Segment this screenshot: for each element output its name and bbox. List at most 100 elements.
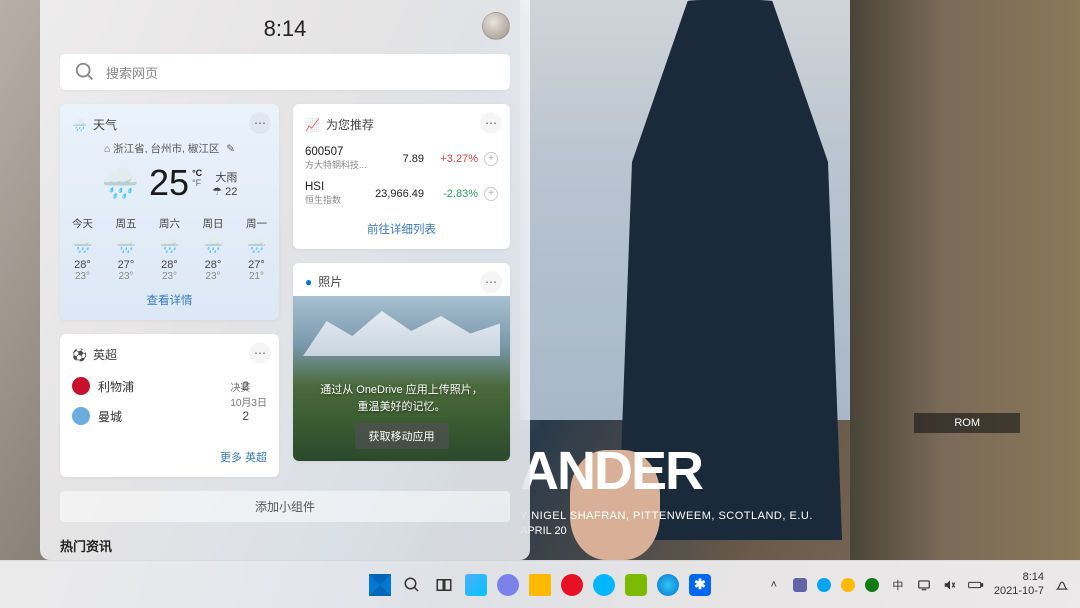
weather-forecast-row: 今天🌧️28°23° 周五🌧️27°23° 周六🌧️28°23° 周日🌧️28°… xyxy=(72,216,267,282)
taskbar-clock[interactable]: 8:14 2021-10-7 xyxy=(994,571,1044,597)
photos-widget[interactable]: ● 照片 ⋯ 通过从 OneDrive 应用上传照片， 重温美好的记忆。 获取移… xyxy=(293,263,510,461)
taskbar-time: 8:14 xyxy=(1023,571,1044,584)
stock-row[interactable]: 600507 方大特钢科技... 7.89 +3.27% + xyxy=(305,141,498,176)
photos-caption-1: 通过从 OneDrive 应用上传照片， xyxy=(320,382,483,399)
taskbar-right: ˄ 中 8:14 2021-10-7 xyxy=(766,571,1070,597)
search-icon xyxy=(403,576,421,594)
photos-title: 照片 xyxy=(318,273,342,290)
forecast-day[interactable]: 今天🌧️28°23° xyxy=(72,216,93,282)
tray-icon[interactable] xyxy=(816,577,832,593)
sports-menu-button[interactable]: ⋯ xyxy=(249,342,271,364)
edit-location-icon[interactable]: ✎ xyxy=(226,143,235,155)
unit-fahrenheit[interactable]: °F xyxy=(192,178,202,188)
app-button[interactable] xyxy=(591,572,617,598)
search-placeholder: 搜索网页 xyxy=(106,63,158,82)
stocks-widget[interactable]: 📈 为您推荐 ⋯ 600507 方大特钢科技... 7.89 +3.27% + … xyxy=(293,104,510,249)
app-icon xyxy=(561,574,583,596)
chat-icon xyxy=(497,574,519,596)
wallpaper-rock xyxy=(850,0,1080,560)
taskbar: ✱ ˄ 中 8:14 2021-10-7 xyxy=(0,560,1080,608)
forecast-day[interactable]: 周六🌧️28°23° xyxy=(159,216,180,282)
forecast-day[interactable]: 周日🌧️28°23° xyxy=(203,216,224,282)
taskbar-date: 2021-10-7 xyxy=(994,585,1044,598)
hot-news-title: 热门资讯 xyxy=(60,536,510,555)
forecast-day[interactable]: 周五🌧️27°23° xyxy=(116,216,137,282)
network-icon[interactable] xyxy=(916,577,932,593)
user-avatar[interactable] xyxy=(482,12,510,40)
chat-button[interactable] xyxy=(495,572,521,598)
stock-symbol: HSI xyxy=(305,181,341,193)
photos-image: 通过从 OneDrive 应用上传照片， 重温美好的记忆。 获取移动应用 xyxy=(293,296,510,461)
home-icon: ⌂ xyxy=(104,143,110,155)
weather-temp-value: 25 xyxy=(149,162,189,204)
stocks-title: 为您推荐 xyxy=(326,116,374,133)
edge-button[interactable] xyxy=(655,572,681,598)
mountain-graphic xyxy=(303,306,500,356)
sports-more-link[interactable]: 更多 英超 xyxy=(72,449,267,465)
stocks-menu-button[interactable]: ⋯ xyxy=(480,112,502,134)
tray-icon[interactable] xyxy=(864,577,880,593)
tray-app-icon xyxy=(841,578,855,592)
app-icon: ✱ xyxy=(689,574,711,596)
teams-icon xyxy=(793,578,807,592)
wallpaper-caption-1: Y NIGEL SHAFRAN, PITTENWEEM, SCOTLAND, E… xyxy=(520,510,813,522)
widgets-icon xyxy=(465,574,487,596)
rain-icon: 🌧️ xyxy=(72,235,93,255)
widgets-clock: 8:14 xyxy=(264,16,307,42)
stock-fullname: 方大特钢科技... xyxy=(305,158,367,171)
weather-location: 浙江省, 台州市, 椒江区 xyxy=(113,143,219,155)
chevron-up-icon[interactable]: ˄ xyxy=(766,577,782,593)
stock-price: 7.89 xyxy=(403,153,424,165)
stock-symbol: 600507 xyxy=(305,146,367,158)
edge-icon xyxy=(657,574,679,596)
start-button[interactable] xyxy=(367,572,393,598)
weather-extra: ☂ 22 xyxy=(212,185,237,198)
hot-news-section: 热门资讯 大战当前 越南主帅嘲讽国足 市值蒸发3000亿！海底捞 xyxy=(60,536,510,560)
tray-app-icon xyxy=(817,578,831,592)
app-button[interactable] xyxy=(623,572,649,598)
task-view-icon xyxy=(435,576,453,594)
team-name: 曼城 xyxy=(98,408,122,425)
sports-title: 英超 xyxy=(93,346,117,363)
tray-icon[interactable] xyxy=(792,577,808,593)
add-stock-icon[interactable]: + xyxy=(484,152,498,166)
search-icon xyxy=(74,61,96,83)
forecast-day[interactable]: 周一🌧️27°21° xyxy=(246,216,267,282)
tray-app-icon xyxy=(865,578,879,592)
add-widget-button[interactable]: 添加小组件 xyxy=(60,491,510,522)
weather-details-link[interactable]: 查看详情 xyxy=(72,292,267,308)
ime-indicator[interactable]: 中 xyxy=(890,577,906,593)
stocks-details-link[interactable]: 前往详细列表 xyxy=(305,221,498,237)
widgets-button[interactable] xyxy=(463,572,489,598)
add-stock-icon[interactable]: + xyxy=(484,187,498,201)
trophy-icon: ⚽ xyxy=(72,348,87,362)
unit-celsius[interactable]: °C xyxy=(192,168,202,178)
app-icon xyxy=(625,574,647,596)
stock-row[interactable]: HSI 恒生指数 23,966.49 -2.83% + xyxy=(305,176,498,211)
stock-price: 23,966.49 xyxy=(375,188,424,200)
weather-condition-icon: 🌧️ xyxy=(102,166,139,201)
notifications-icon[interactable] xyxy=(1054,577,1070,593)
weather-widget[interactable]: 🌧️ 天气 ⋯ ⌂ 浙江省, 台州市, 椒江区 ✎ 🌧️ 25 °C °F xyxy=(60,104,279,320)
sports-widget[interactable]: ⚽ 英超 ⋯ 利物浦 2 曼城 2 决赛 10月3日 更多 xyxy=(60,334,279,477)
app-button[interactable]: ✱ xyxy=(687,572,713,598)
explorer-button[interactable] xyxy=(527,572,553,598)
get-app-button[interactable]: 获取移动应用 xyxy=(355,423,449,449)
rain-icon: 🌧️ xyxy=(246,235,267,255)
task-view-button[interactable] xyxy=(431,572,457,598)
weather-title: 天气 xyxy=(93,116,117,133)
photos-icon: ● xyxy=(305,275,312,289)
search-input[interactable]: 搜索网页 xyxy=(60,54,510,90)
volume-icon[interactable] xyxy=(942,577,958,593)
rain-icon: 🌧️ xyxy=(203,235,224,255)
app-button[interactable] xyxy=(559,572,585,598)
search-button[interactable] xyxy=(399,572,425,598)
system-tray xyxy=(792,577,880,593)
weather-menu-button[interactable]: ⋯ xyxy=(249,112,271,134)
windows-logo-icon xyxy=(369,574,391,596)
photos-caption-2: 重温美好的记忆。 xyxy=(320,399,483,416)
photos-menu-button[interactable]: ⋯ xyxy=(480,271,502,293)
folder-icon xyxy=(529,574,551,596)
battery-icon[interactable] xyxy=(968,577,984,593)
tray-icon[interactable] xyxy=(840,577,856,593)
